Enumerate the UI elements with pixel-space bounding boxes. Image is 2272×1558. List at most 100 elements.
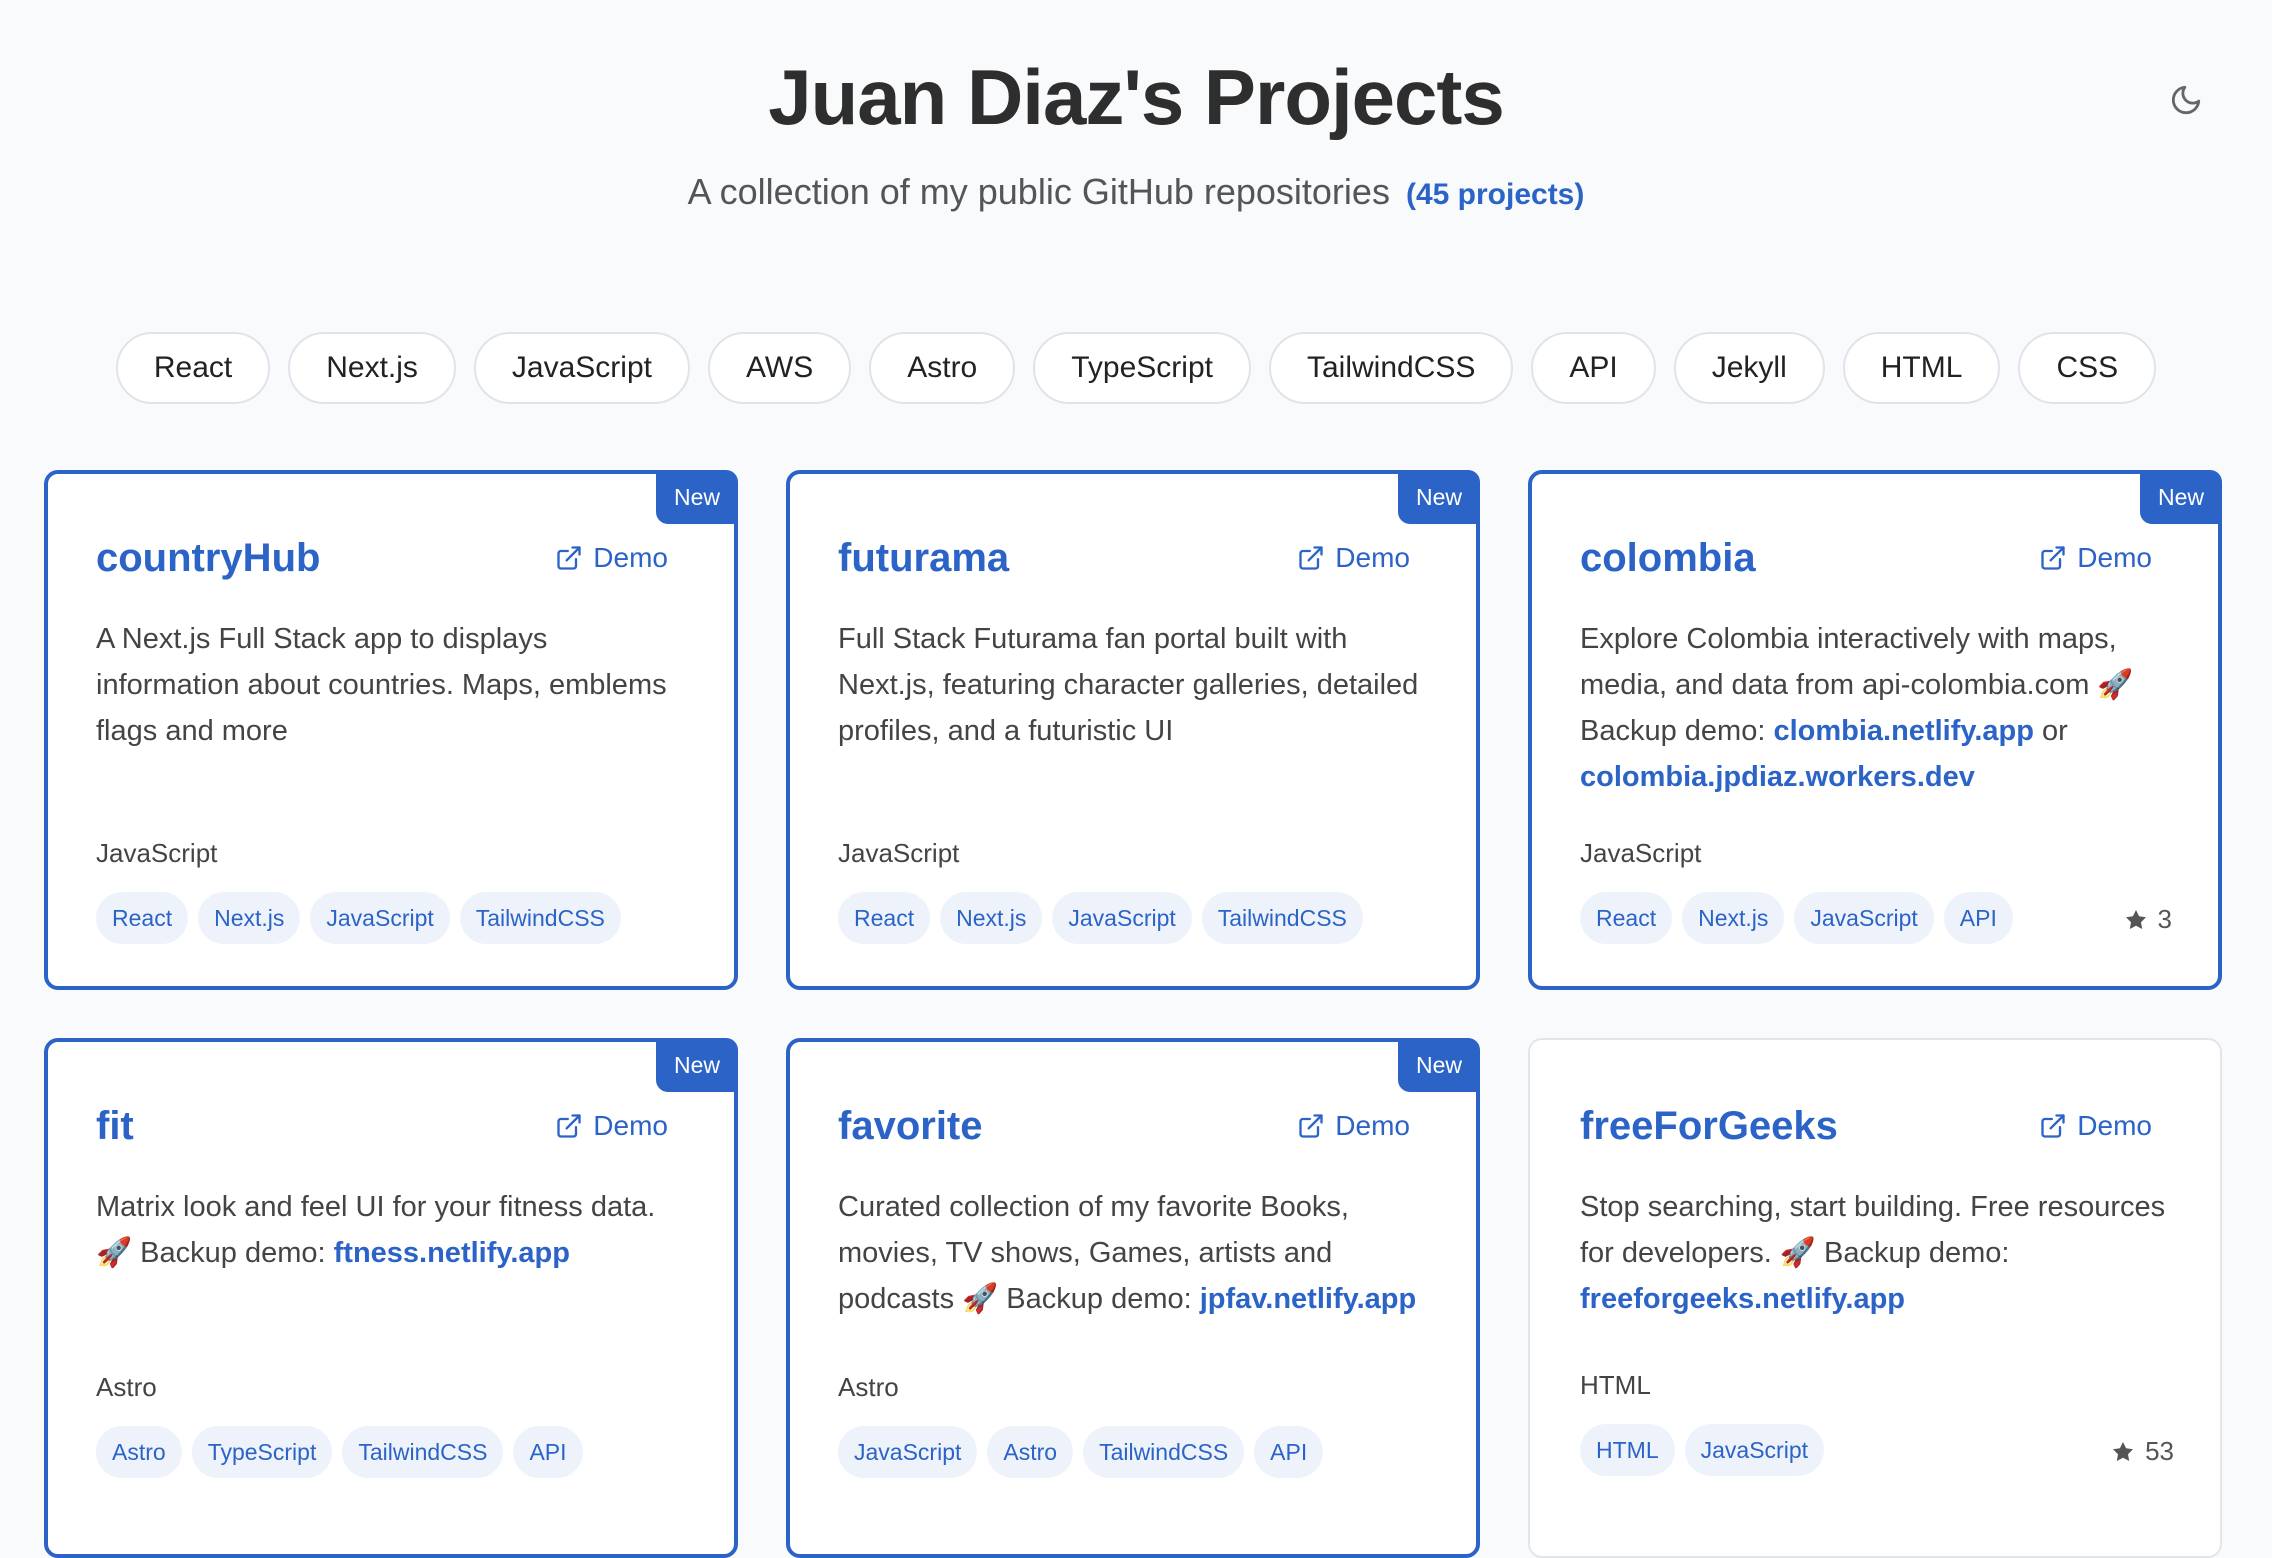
- project-language: JavaScript: [96, 838, 218, 868]
- tag-javascript[interactable]: JavaScript: [1684, 1424, 1824, 1476]
- filter-chip-nextjs[interactable]: Next.js: [288, 332, 456, 404]
- tag-html[interactable]: HTML: [1580, 1424, 1675, 1476]
- star-icon: [2125, 909, 2146, 929]
- backup-demo-link-2[interactable]: colombia.jpdiaz.workers.dev: [1580, 761, 1975, 793]
- tag-astro[interactable]: Astro: [96, 1426, 182, 1478]
- project-count: (45 projects): [1405, 178, 1585, 211]
- external-link-icon: [2041, 546, 2065, 570]
- demo-label: Demo: [1335, 1110, 1410, 1141]
- moon-icon: [2171, 85, 2201, 115]
- star-count: 3: [2124, 904, 2172, 935]
- tag-tailwindcss[interactable]: TailwindCSS: [342, 1426, 504, 1478]
- tag-react[interactable]: React: [96, 892, 189, 944]
- filter-chip-react[interactable]: React: [115, 332, 271, 404]
- tag-javascript[interactable]: JavaScript: [838, 1426, 978, 1478]
- demo-link[interactable]: Demo: [1297, 1110, 1410, 1142]
- backup-demo-link[interactable]: jpfav.netlify.app: [1200, 1283, 1416, 1315]
- theme-toggle-button[interactable]: [2158, 72, 2214, 128]
- project-title[interactable]: futurama: [838, 536, 1009, 581]
- project-description: Matrix look and feel UI for your fitness…: [96, 1184, 686, 1276]
- tag-list: Astro TypeScript TailwindCSS API: [96, 1426, 583, 1478]
- tag-list: React Next.js JavaScript API: [1580, 892, 2013, 944]
- project-card: New countryHub Demo A Next.js Full Stack…: [44, 470, 738, 990]
- tag-nextjs[interactable]: Next.js: [198, 892, 301, 944]
- project-card: New futurama Demo Full Stack Futurama fa…: [786, 470, 1480, 990]
- tag-api[interactable]: API: [1254, 1426, 1324, 1478]
- subtitle-text: A collection of my public GitHub reposit…: [687, 171, 1390, 212]
- external-link-icon: [557, 1114, 581, 1138]
- project-card: New fit Demo Matrix look and feel UI for…: [44, 1038, 738, 1558]
- project-title[interactable]: favorite: [838, 1104, 983, 1149]
- project-description: A Next.js Full Stack app to displays inf…: [96, 623, 667, 747]
- tag-javascript[interactable]: JavaScript: [310, 892, 450, 944]
- tag-api[interactable]: API: [513, 1426, 583, 1478]
- project-language: Astro: [838, 1372, 899, 1402]
- tag-nextjs[interactable]: Next.js: [940, 892, 1043, 944]
- description-text: Stop searching, start building. Free res…: [1580, 1191, 2166, 1269]
- tag-list: React Next.js JavaScript TailwindCSS: [96, 892, 621, 944]
- project-title[interactable]: colombia: [1580, 536, 1756, 581]
- new-badge: New: [2140, 470, 2222, 524]
- tag-tailwindcss[interactable]: TailwindCSS: [1201, 892, 1363, 944]
- filter-chip-aws[interactable]: AWS: [707, 332, 852, 404]
- new-badge: New: [656, 470, 738, 524]
- demo-link[interactable]: Demo: [555, 542, 668, 574]
- project-title[interactable]: fit: [96, 1104, 134, 1149]
- tag-typescript[interactable]: TypeScript: [191, 1426, 333, 1478]
- tag-react[interactable]: React: [838, 892, 931, 944]
- filter-bar: React Next.js JavaScript AWS Astro TypeS…: [0, 332, 2272, 404]
- star-count: 53: [2111, 1436, 2174, 1467]
- tag-astro[interactable]: Astro: [987, 1426, 1074, 1478]
- backup-demo-link[interactable]: clombia.netlify.app: [1773, 715, 2034, 747]
- tag-tailwindcss[interactable]: TailwindCSS: [1083, 1426, 1245, 1478]
- demo-label: Demo: [593, 542, 668, 573]
- page-title: Juan Diaz's Projects: [768, 53, 1505, 141]
- demo-label: Demo: [1335, 542, 1410, 573]
- tag-javascript[interactable]: JavaScript: [1052, 892, 1192, 944]
- filter-chip-javascript[interactable]: JavaScript: [473, 332, 690, 404]
- backup-demo-link[interactable]: ftness.netlify.app: [334, 1237, 570, 1269]
- tag-list: HTML JavaScript: [1580, 1424, 1824, 1476]
- tag-react[interactable]: React: [1580, 892, 1673, 944]
- filter-chip-html[interactable]: HTML: [1842, 332, 2001, 404]
- project-title[interactable]: countryHub: [96, 536, 320, 581]
- new-badge: New: [1398, 1038, 1480, 1092]
- project-card: New favorite Demo Curated collection of …: [786, 1038, 1480, 1558]
- demo-link[interactable]: Demo: [555, 1110, 668, 1142]
- star-value: 53: [2145, 1436, 2174, 1466]
- demo-label: Demo: [2077, 1110, 2152, 1141]
- project-card: freeForGeeks Demo Stop searching, start …: [1528, 1038, 2222, 1558]
- project-language: JavaScript: [1580, 838, 1702, 868]
- tag-tailwindcss[interactable]: TailwindCSS: [459, 892, 621, 944]
- demo-label: Demo: [593, 1110, 668, 1141]
- project-language: JavaScript: [838, 838, 960, 868]
- tag-nextjs[interactable]: Next.js: [1682, 892, 1785, 944]
- demo-link[interactable]: Demo: [2039, 1110, 2152, 1142]
- project-title[interactable]: freeForGeeks: [1580, 1104, 1838, 1149]
- project-description: Explore Colombia interactively with maps…: [1580, 616, 2170, 800]
- project-language: Astro: [96, 1372, 157, 1402]
- demo-link[interactable]: Demo: [2039, 542, 2152, 574]
- new-badge: New: [1398, 470, 1480, 524]
- project-grid: New countryHub Demo A Next.js Full Stack…: [44, 470, 2222, 1558]
- filter-chip-css[interactable]: CSS: [2018, 332, 2157, 404]
- project-description: Stop searching, start building. Free res…: [1580, 1184, 2170, 1322]
- filter-chip-astro[interactable]: Astro: [869, 332, 1016, 404]
- project-description: Full Stack Futurama fan portal built wit…: [838, 623, 1419, 747]
- filter-chip-typescript[interactable]: TypeScript: [1033, 332, 1251, 404]
- external-link-icon: [557, 546, 581, 570]
- project-description: Curated collection of my favorite Books,…: [838, 1184, 1428, 1322]
- external-link-icon: [1299, 546, 1323, 570]
- demo-link[interactable]: Demo: [1297, 542, 1410, 574]
- star-value: 3: [2157, 904, 2172, 934]
- tag-javascript[interactable]: JavaScript: [1794, 892, 1934, 944]
- external-link-icon: [1299, 1114, 1323, 1138]
- page-subtitle: A collection of my public GitHub reposit…: [0, 171, 2272, 213]
- filter-chip-tailwindcss[interactable]: TailwindCSS: [1268, 332, 1514, 404]
- backup-demo-link[interactable]: freeforgeeks.netlify.app: [1580, 1283, 1905, 1315]
- filter-chip-jekyll[interactable]: Jekyll: [1673, 332, 1825, 404]
- tag-api[interactable]: API: [1943, 892, 2013, 944]
- tag-list: React Next.js JavaScript TailwindCSS: [838, 892, 1363, 944]
- new-badge: New: [656, 1038, 738, 1092]
- filter-chip-api[interactable]: API: [1531, 332, 1656, 404]
